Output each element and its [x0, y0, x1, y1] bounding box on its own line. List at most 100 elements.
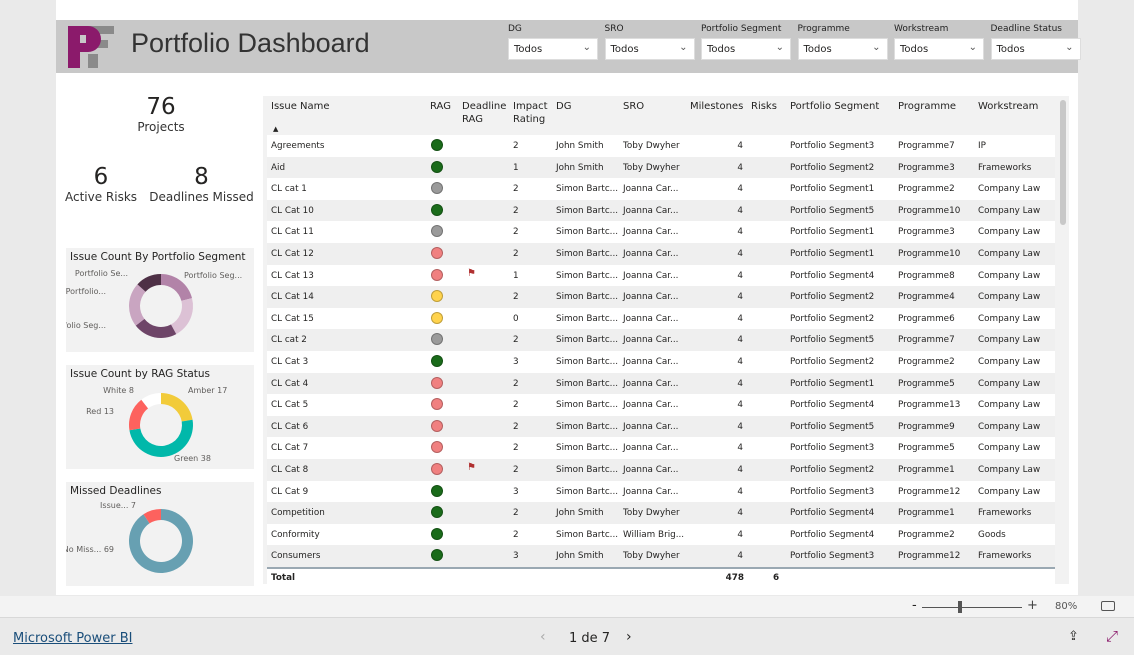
- table-row[interactable]: CL Cat 8 ⚑ 2 Simon Bartc... Joanna Car... 4 Po…: [267, 459, 1055, 481]
- chevron-down-icon: ⌄: [1065, 42, 1074, 53]
- projects-label: Projects: [137, 120, 185, 134]
- rag-status-icon: [431, 139, 443, 151]
- cell: Frameworks: [978, 551, 1032, 562]
- column-header[interactable]: Deadline RAG: [462, 100, 506, 126]
- table-row[interactable]: CL cat 2 2 Simon Bartc... Joanna Car... 4 Por…: [267, 329, 1055, 351]
- column-header[interactable]: RAG: [430, 100, 451, 113]
- slicer-dropdown[interactable]: Todos ⌄: [701, 38, 791, 60]
- cell: Simon Bartc...: [556, 292, 619, 303]
- header-bar: Portfolio Dashboard DG Todos ⌄ SRO Todos ⌄ Por…: [56, 20, 1081, 73]
- prev-page-icon[interactable]: ‹: [540, 629, 546, 645]
- table-row[interactable]: Conformity 2 Simon Bartc... William Brig...…: [267, 523, 1055, 546]
- cell: Simon Bartc...: [556, 227, 619, 238]
- table-row[interactable]: Aid 1 John Smith Toby Dwyher 4 Portfolio Segm…: [267, 156, 1055, 179]
- cell: 3: [513, 357, 519, 367]
- cell: Programme7: [898, 141, 955, 151]
- table-row[interactable]: CL Cat 15 0 Simon Bartc... Joanna Car... 4 Po…: [267, 307, 1055, 330]
- slicer-deadline-status[interactable]: Deadline Status Todos ⌄: [990, 24, 1081, 60]
- table-row[interactable]: CL Cat 14 2 Simon Bartc... Joanna Car... 4 Po…: [267, 286, 1055, 308]
- slicer-dropdown[interactable]: Todos ⌄: [508, 38, 598, 60]
- donut-slice[interactable]: [161, 393, 193, 422]
- issues-table[interactable]: Issue Name RAG Deadline RAG Impact Rating DG…: [263, 96, 1069, 589]
- donut-slice[interactable]: [129, 284, 146, 326]
- table-row[interactable]: CL Cat 10 2 Simon Bartc... Joanna Car... 4 Po…: [267, 199, 1055, 222]
- table-row[interactable]: CL Cat 7 2 Simon Bartc... Joanna Car... 4 Por…: [267, 437, 1055, 459]
- cell: Joanna Car...: [623, 292, 679, 303]
- cell: Programme1: [898, 508, 955, 519]
- cell: Toby Dwyher: [623, 162, 680, 173]
- table-row[interactable]: Agreements 2 John Smith Toby Dwyher 4 Portfol…: [267, 135, 1055, 157]
- total-milestones: 478: [725, 573, 744, 583]
- donut-slice[interactable]: [170, 298, 193, 335]
- column-header[interactable]: Issue Name: [271, 100, 330, 113]
- slicer-dropdown[interactable]: Todos ⌄: [990, 38, 1081, 60]
- cell: Portfolio Segment5: [790, 335, 875, 346]
- donut-label: No Miss... 69: [66, 545, 114, 554]
- cell: Simon Bartc...: [556, 249, 619, 259]
- slicer-sro[interactable]: SRO Todos ⌄: [604, 24, 695, 60]
- cell: Simon Bartc...: [556, 486, 619, 497]
- rag-donut-chart[interactable]: Issue Count by RAG Status Amber 17 Green 3…: [66, 365, 254, 469]
- sort-ascending-icon[interactable]: ▲: [273, 125, 278, 133]
- table-row[interactable]: Consumers 3 John Smith Toby Dwyher 4 Portfoli…: [267, 545, 1055, 567]
- zoom-in-button[interactable]: +: [1027, 598, 1038, 613]
- table-row[interactable]: CL cat 1 2 Simon Bartc... Joanna Car... 4 Por…: [267, 178, 1055, 200]
- donut-label: Green 38: [174, 454, 211, 463]
- table-row[interactable]: CL Cat 13 ⚑ 1 Simon Bartc... Joanna Car... 4 P…: [267, 264, 1055, 287]
- table-row[interactable]: CL Cat 12 2 Simon Bartc... Joanna Car... 4 Po…: [267, 243, 1055, 265]
- table-row[interactable]: CL Cat 6 2 Simon Bartc... Joanna Car... 4 Por…: [267, 415, 1055, 438]
- table-row[interactable]: CL Cat 5 2 Simon Bartc... Joanna Car... 4 Por…: [267, 394, 1055, 416]
- table-row[interactable]: CL Cat 11 2 Simon Bartc... Joanna Car... 4 Po…: [267, 221, 1055, 243]
- column-header[interactable]: Portfolio Segment: [790, 100, 879, 113]
- column-header[interactable]: DG: [556, 100, 571, 113]
- table-row[interactable]: CL Cat 3 3 Simon Bartc... Joanna Car... 4 Por…: [267, 351, 1055, 373]
- donut-label: Portfolio Se...: [75, 269, 128, 278]
- segment-donut-chart[interactable]: Issue Count By Portfolio Segment Portfoli…: [66, 248, 254, 352]
- share-icon[interactable]: ⇪: [1068, 629, 1079, 644]
- deadlines-card: 8 Deadlines Missed: [149, 164, 254, 204]
- table-row[interactable]: Competition 2 John Smith Toby Dwyher 4 Portfo…: [267, 502, 1055, 524]
- column-header[interactable]: SRO: [623, 100, 644, 113]
- chevron-down-icon: ⌄: [679, 42, 688, 53]
- missed-deadlines-donut-chart[interactable]: Missed Deadlines No Miss... 69 Issue... 7: [66, 482, 254, 586]
- cell: Joanna Car...: [623, 227, 679, 238]
- column-header[interactable]: Workstream: [978, 100, 1038, 113]
- fit-to-page-icon[interactable]: [1101, 601, 1115, 611]
- chevron-down-icon: ⌄: [968, 42, 977, 53]
- cell: Simon Bartc...: [556, 421, 619, 432]
- zoom-slider-thumb[interactable]: [958, 601, 962, 613]
- next-page-icon[interactable]: ›: [626, 629, 632, 645]
- column-header[interactable]: Programme: [898, 100, 956, 113]
- power-bi-link[interactable]: Microsoft Power BI: [13, 631, 132, 646]
- cell: 4: [737, 162, 743, 173]
- cell: Simon Bartc...: [556, 443, 619, 454]
- zoom-slider[interactable]: [922, 607, 1022, 608]
- report-canvas: Portfolio Dashboard DG Todos ⌄ SRO Todos ⌄ Por…: [56, 0, 1081, 595]
- slicer-portfolio-segment[interactable]: Portfolio Segment Todos ⌄: [701, 24, 791, 60]
- cell: 4: [737, 421, 743, 432]
- chart-title: Issue Count By Portfolio Segment: [70, 251, 246, 263]
- cell: CL Cat 13: [271, 270, 314, 281]
- cell: 2: [513, 421, 519, 432]
- fullscreen-icon[interactable]: ⤢: [1106, 627, 1118, 645]
- column-header[interactable]: Impact Rating: [513, 100, 557, 126]
- slicer-workstream[interactable]: Workstream Todos ⌄: [894, 24, 984, 60]
- slicer-programme[interactable]: Programme Todos ⌄: [797, 24, 888, 60]
- slicer-dropdown[interactable]: Todos ⌄: [797, 38, 888, 60]
- slicer-dropdown[interactable]: Todos ⌄: [604, 38, 695, 60]
- table-row[interactable]: CL Cat 4 2 Simon Bartc... Joanna Car... 4 Por…: [267, 372, 1055, 395]
- cell: Joanna Car...: [623, 184, 679, 195]
- slicer-dg[interactable]: DG Todos ⌄: [508, 24, 598, 60]
- slicer-dropdown[interactable]: Todos ⌄: [894, 38, 984, 60]
- donut-slice[interactable]: [135, 318, 177, 338]
- cell: Programme1: [898, 465, 955, 475]
- cell: 4: [737, 270, 743, 281]
- column-header[interactable]: Risks: [751, 100, 777, 113]
- cell: Portfolio Segment2: [790, 162, 875, 173]
- zoom-out-button[interactable]: -: [912, 598, 917, 613]
- cell: Portfolio Segment5: [790, 421, 875, 432]
- rag-status-icon: [431, 247, 443, 259]
- column-header[interactable]: Milestones: [690, 100, 743, 113]
- table-row[interactable]: CL Cat 9 3 Simon Bartc... Joanna Car... 4 Por…: [267, 480, 1055, 503]
- table-scrollbar[interactable]: [1060, 100, 1066, 225]
